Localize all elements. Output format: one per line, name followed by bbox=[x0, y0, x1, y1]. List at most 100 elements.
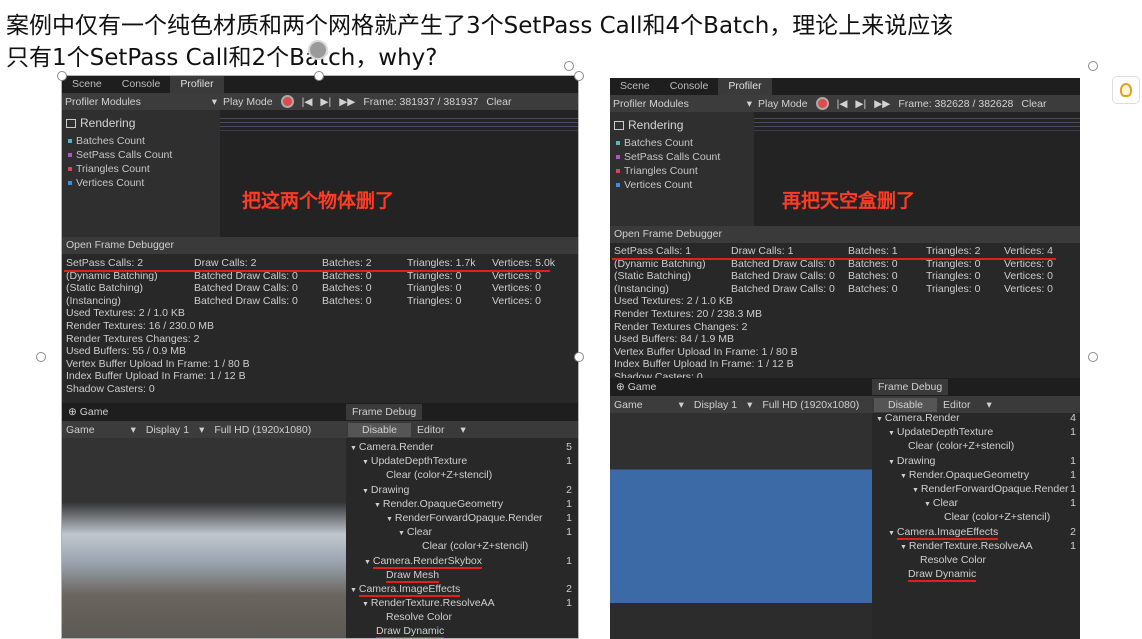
stats-cell: Triangles: 0 bbox=[926, 282, 981, 295]
tree-node[interactable]: ▼ Camera.ImageEffects 2 bbox=[874, 525, 1080, 540]
tree-node-count: 1 bbox=[1070, 539, 1076, 552]
rendering-label: Rendering bbox=[628, 118, 684, 132]
tree-node[interactable]: ▼ Clear 1 bbox=[874, 497, 1080, 511]
stats-cell: Batched Draw Calls: 0 bbox=[731, 282, 835, 295]
expand-arrow-icon[interactable]: ▼ bbox=[876, 416, 885, 423]
tree-node-label: Clear bbox=[932, 497, 958, 510]
rotate-handle-icon[interactable] bbox=[308, 40, 328, 60]
expand-arrow-icon[interactable]: ▼ bbox=[924, 501, 933, 508]
stats-line: Index Buffer Upload In Frame: 1 / 12 B bbox=[614, 358, 794, 371]
stats-cell: Vertices: 0 bbox=[1004, 270, 1054, 283]
graph-line bbox=[754, 126, 1080, 127]
tree-node-label: RenderForwardOpaque.Render bbox=[920, 482, 1069, 495]
expand-arrow-icon[interactable]: ▼ bbox=[900, 544, 909, 551]
stats-cell: Batches: 1 bbox=[848, 245, 898, 257]
module-label: SetPass Calls Count bbox=[624, 151, 721, 163]
stats-cell: (Instancing) bbox=[614, 282, 669, 295]
resize-handle[interactable] bbox=[36, 352, 46, 362]
stats-cell: Vertices: 0 bbox=[1004, 282, 1054, 295]
resize-handle[interactable] bbox=[1088, 352, 1098, 362]
tree-node-count: 1 bbox=[1070, 468, 1076, 481]
game-toolbar: Game ▾ Display 1 ▾ Full HD (1920x1080) bbox=[610, 396, 872, 413]
tree-node-count: 1 bbox=[1070, 497, 1076, 510]
tab-scene[interactable]: Scene bbox=[610, 78, 660, 95]
tree-node[interactable]: ▼ RenderTexture.ResolveAA 1 bbox=[874, 540, 1080, 554]
tree-node-label: RenderTexture.ResolveAA bbox=[908, 539, 1033, 552]
display-dropdown[interactable]: Display 1 bbox=[694, 399, 737, 411]
frame-event-tree[interactable]: ▼ Camera.Render 4 ▼ UpdateDepthTexture 1 Cle… bbox=[874, 412, 1080, 583]
tree-node-label: Clear (color+Z+stencil) bbox=[944, 511, 1051, 524]
disable-button[interactable]: Disable bbox=[874, 397, 938, 412]
lightbulb-icon[interactable] bbox=[1112, 76, 1140, 104]
profiler-toolbar: Profiler Modules ▾ Play Mode |◀ ▶| ▶▶ Fra… bbox=[610, 95, 1080, 112]
resize-handle[interactable] bbox=[57, 71, 67, 81]
profiler-modules-dropdown[interactable]: Profiler Modules ▾ bbox=[610, 98, 752, 110]
tree-node[interactable]: ▼ UpdateDepthTexture 1 bbox=[874, 426, 1080, 440]
right-screenshot[interactable]: Scene Console Profiler Profiler Modules ▾… bbox=[610, 78, 1080, 639]
tree-node-label: Camera.Render bbox=[884, 412, 960, 424]
module-vertices[interactable]: Vertices Count bbox=[610, 178, 754, 192]
stats-line: Used Buffers: 84 / 1.9 MB bbox=[614, 333, 735, 346]
rendering-icon bbox=[614, 120, 624, 130]
expand-arrow-icon[interactable]: ▼ bbox=[888, 459, 897, 466]
play-mode-dropdown[interactable]: Play Mode bbox=[758, 98, 808, 110]
stats-line: Vertex Buffer Upload In Frame: 1 / 80 B bbox=[614, 345, 798, 358]
editor-dropdown[interactable]: Editor bbox=[943, 399, 970, 411]
slide: 案例中仅有一个纯色材质和两个网格就产生了3个SetPass Call和4个Bat… bbox=[0, 0, 1142, 639]
clear-button[interactable]: Clear bbox=[1021, 98, 1046, 110]
module-setpass[interactable]: SetPass Calls Count bbox=[610, 150, 754, 164]
chevron-down-icon: ▾ bbox=[746, 97, 752, 110]
resolution-dropdown[interactable]: Full HD (1920x1080) bbox=[762, 399, 859, 411]
tree-node[interactable]: Resolve Color bbox=[874, 554, 1080, 568]
module-label: Batches Count bbox=[624, 137, 693, 149]
resize-handle[interactable] bbox=[314, 71, 324, 81]
tree-node[interactable]: ▼ RenderForwardOpaque.Render 1 bbox=[874, 483, 1080, 497]
modules-sidebar: Rendering Batches Count SetPass Calls Co… bbox=[610, 112, 754, 226]
step-back-icon[interactable]: |◀ bbox=[837, 98, 848, 110]
frame-debug-tabbar: Frame Debug bbox=[872, 378, 1080, 396]
step-forward-icon[interactable]: ▶| bbox=[855, 98, 866, 110]
resize-handle[interactable] bbox=[564, 61, 574, 71]
stats-cell: Vertices: 4 bbox=[1004, 245, 1054, 257]
legend-swatch bbox=[616, 141, 620, 145]
module-label: Vertices Count bbox=[624, 179, 693, 191]
tree-node[interactable]: ▼ Render.OpaqueGeometry 1 bbox=[874, 469, 1080, 483]
game-tab[interactable]: ⊕ Game bbox=[610, 378, 872, 396]
record-icon[interactable] bbox=[815, 97, 829, 110]
graph-line bbox=[754, 118, 1080, 119]
game-view[interactable] bbox=[610, 413, 872, 639]
tree-node-label: Camera.ImageEffects bbox=[896, 525, 999, 540]
tree-node[interactable]: Clear (color+Z+stencil) bbox=[874, 511, 1080, 525]
tree-node[interactable]: ▼ Camera.Render 4 bbox=[874, 412, 1080, 426]
profiler-modules-label: Profiler Modules bbox=[613, 97, 689, 110]
stats-cell: (Static Batching) bbox=[614, 270, 692, 283]
current-frame-icon[interactable]: ▶▶ bbox=[874, 98, 890, 110]
legend-swatch bbox=[616, 183, 620, 187]
expand-arrow-icon[interactable]: ▼ bbox=[888, 530, 897, 537]
game-icon: ⊕ bbox=[616, 381, 628, 393]
stats-line: Render Textures Changes: 2 bbox=[614, 320, 748, 333]
expand-arrow-icon[interactable]: ▼ bbox=[912, 487, 921, 494]
tree-node-count: 1 bbox=[1070, 482, 1076, 495]
stats-line: Used Textures: 2 / 1.0 KB bbox=[614, 295, 733, 308]
tree-node-count: 2 bbox=[1070, 525, 1076, 538]
module-triangles[interactable]: Triangles Count bbox=[610, 164, 754, 178]
expand-arrow-icon[interactable]: ▼ bbox=[900, 473, 909, 480]
tree-node[interactable]: ▼ Drawing 1 bbox=[874, 455, 1080, 469]
resize-handle[interactable] bbox=[1088, 61, 1098, 71]
frame-counter: Frame: 382628 / 382628 bbox=[898, 97, 1014, 110]
resize-handle[interactable] bbox=[574, 71, 584, 81]
expand-arrow-icon[interactable]: ▼ bbox=[888, 430, 897, 437]
tree-node[interactable]: Clear (color+Z+stencil) bbox=[874, 440, 1080, 454]
tree-node[interactable]: Draw Dynamic bbox=[874, 568, 1080, 583]
tab-profiler[interactable]: Profiler bbox=[718, 78, 772, 95]
rendering-section[interactable]: Rendering bbox=[610, 118, 754, 132]
stats-row: (Instancing) Batched Draw Calls: 0 Batches… bbox=[614, 283, 1076, 296]
resize-handle[interactable] bbox=[574, 352, 584, 362]
module-batches[interactable]: Batches Count bbox=[610, 136, 754, 150]
tab-console[interactable]: Console bbox=[660, 78, 719, 95]
tab-frame-debug[interactable]: Frame Debug bbox=[872, 379, 949, 395]
module-label: Triangles Count bbox=[624, 165, 698, 177]
open-frame-debugger-button[interactable]: Open Frame Debugger bbox=[610, 226, 1080, 243]
game-dropdown[interactable]: Game bbox=[614, 399, 643, 411]
